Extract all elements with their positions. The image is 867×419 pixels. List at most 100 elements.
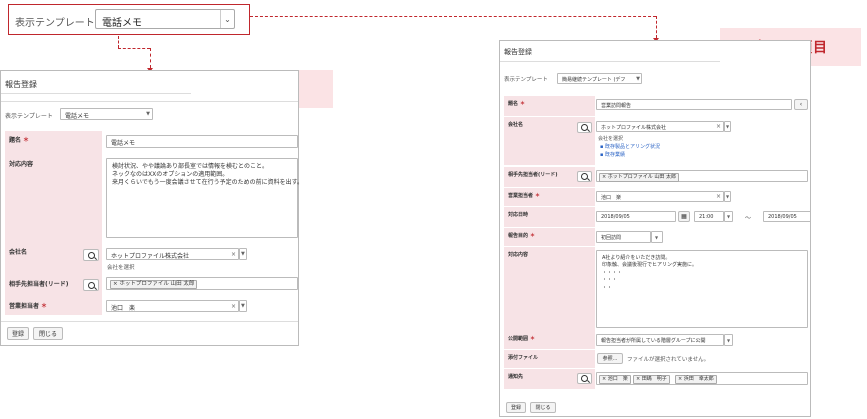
scope-label-cell: 公開範囲＊ — [504, 331, 595, 349]
contact-chip-label: ホットプロファイル 山田 太郎 — [119, 281, 195, 287]
company-link[interactable]: ▪ 既存業績 — [600, 151, 625, 158]
connector-left-v1 — [118, 36, 119, 48]
scope-dropdown-toggle[interactable]: ▼ — [724, 334, 733, 346]
panel-title: 報告登録 — [5, 80, 37, 89]
cc-input[interactable]: × 池口 楽 × 田嶋 明子 × 浜田 幸太郎 — [596, 372, 808, 385]
file-browse-button[interactable]: 参照... — [597, 353, 623, 364]
template-selector-highlight: 表示テンプレート 電話メモ ⌄ — [8, 4, 250, 35]
sales-label: 営業担当者 — [9, 303, 40, 310]
time-start-input[interactable]: 21:00 — [694, 211, 724, 222]
sales-select[interactable]: 池口 楽 × — [596, 191, 724, 202]
company-dropdown-toggle[interactable]: ▼ — [724, 121, 731, 132]
right-report-panel: 報告登録 表示テンプレート 簡易継続テンプレート (デフ ▼ 題名＊ 営業訪問報… — [499, 40, 811, 417]
required-mark: ＊ — [23, 137, 30, 144]
chevron-down-icon: ▼ — [636, 76, 640, 82]
chevron-down-icon: ▼ — [241, 303, 245, 309]
contact-label: 相手先担当者(リード) — [508, 172, 558, 178]
cc-chip[interactable]: × 池口 楽 — [599, 375, 631, 384]
contact-input[interactable]: × ホットプロファイル 山田 太郎 — [596, 170, 808, 182]
content-textarea[interactable]: 検討状況、やや議論あり部長室では情報を検むとのこと。 ネックなのはXXのオプショ… — [106, 158, 303, 238]
clear-icon[interactable]: × — [231, 251, 236, 258]
scope-value: 報告担当者が所属している階層グループに公開 — [601, 338, 706, 344]
content-line: 印象触、会議後現行でヒアリング実施に。 — [602, 262, 698, 268]
clear-icon[interactable]: × — [716, 123, 721, 130]
template-select[interactable]: 簡易継続テンプレート (デフ ▼ — [557, 73, 642, 84]
register-button[interactable]: 登録 — [7, 327, 29, 340]
subject-label-cell: 題名＊ — [5, 131, 102, 155]
chevron-down-icon: ▼ — [726, 194, 730, 199]
search-icon — [87, 251, 95, 259]
required-mark: ＊ — [535, 193, 541, 199]
date-end-input[interactable]: 2018/09/05 — [763, 211, 811, 222]
close-button[interactable]: 閉じる — [33, 327, 63, 340]
company-select-hint: 会社を選択 — [107, 265, 135, 271]
content-line: ・・ — [602, 285, 613, 291]
contact-chip[interactable]: × ホットプロファイル 山田 太郎 — [110, 280, 198, 289]
file-label-cell: 添付ファイル — [504, 350, 595, 368]
chevron-down-icon: ▼ — [241, 251, 245, 257]
subject-label: 題名 — [508, 101, 519, 107]
subject-value: 営業訪問報告 — [601, 103, 632, 109]
company-search-button[interactable] — [83, 249, 99, 261]
contact-input[interactable]: × ホットプロファイル 山田 太郎 — [106, 277, 298, 290]
company-select[interactable]: ホットプロファイル株式会社 × — [106, 248, 239, 260]
time-start-value: 21:00 — [699, 214, 714, 220]
company-select[interactable]: ホットプロファイル株式会社 × — [596, 121, 724, 132]
template-select-value: 電話メモ — [65, 113, 90, 120]
contact-chip-label: ホットプロファイル 山田 太郎 — [607, 174, 676, 180]
cc-chip[interactable]: × 田嶋 明子 — [633, 375, 670, 384]
content-textarea[interactable]: A社より紹介をいただき訪問。 印象触、会議後現行でヒアリング実施に。 ・・・・ … — [596, 250, 808, 328]
purpose-label: 報告目的 — [508, 233, 529, 239]
template-select[interactable]: 電話メモ ▼ — [60, 108, 153, 120]
purpose-dropdown-toggle[interactable]: ▼ — [651, 231, 663, 243]
content-label: 対応内容 — [508, 252, 529, 258]
sales-dropdown-toggle[interactable]: ▼ — [724, 191, 731, 202]
divider — [1, 101, 298, 102]
subject-input[interactable]: 電話メモ — [106, 135, 298, 148]
contact-chip[interactable]: × ホットプロファイル 山田 太郎 — [599, 173, 679, 182]
purpose-select[interactable]: 初回訪問 — [596, 231, 651, 243]
calendar-icon[interactable]: ▦ — [678, 211, 690, 222]
connector-right-v — [656, 16, 657, 38]
date-range-separator: ～ — [745, 215, 752, 222]
clear-icon[interactable]: × — [231, 303, 236, 310]
clear-icon[interactable]: × — [716, 193, 721, 200]
company-dropdown-toggle[interactable]: ▼ — [239, 248, 247, 260]
left-report-panel: 報告登録 表示テンプレート 電話メモ ▼ 題名＊ 電話メモ 対応内容 検討状況、… — [0, 70, 303, 346]
sales-label: 営業担当者 — [508, 193, 534, 199]
cc-chip[interactable]: × 浜田 幸太郎 — [675, 375, 717, 384]
chevron-down-icon: ▼ — [727, 338, 731, 343]
subject-input[interactable]: 営業訪問報告 — [596, 99, 792, 110]
company-label: 会社名 — [9, 249, 28, 256]
sales-value: 池口 楽 — [601, 195, 622, 201]
register-button[interactable]: 登録 — [506, 402, 526, 413]
sales-label-cell: 営業担当者＊ — [504, 188, 595, 206]
chevron-down-icon: ⌄ — [220, 10, 234, 28]
template-select-value: 簡易継続テンプレート (デフ — [562, 77, 626, 83]
contact-search-button[interactable] — [83, 279, 99, 291]
company-search-button[interactable] — [577, 122, 592, 133]
subject-label: 題名 — [9, 137, 22, 144]
time-dropdown-toggle[interactable]: ▼ — [724, 211, 733, 222]
required-mark: ＊ — [530, 233, 536, 239]
sales-dropdown-toggle[interactable]: ▼ — [239, 300, 247, 312]
template-select[interactable]: 電話メモ ⌄ — [95, 9, 235, 29]
subject-side-button[interactable]: ‹ — [794, 99, 808, 110]
date-end-value: 2018/09/05 — [768, 214, 797, 220]
close-button[interactable]: 閉じる — [530, 402, 556, 413]
connector-left-v2 — [150, 48, 151, 68]
template-label: 表示テンプレート — [504, 77, 548, 83]
scope-select[interactable]: 報告担当者が所属している階層グループに公開 — [596, 334, 724, 346]
sales-select[interactable]: 池口 楽 × — [106, 300, 239, 312]
chevron-down-icon: ▼ — [655, 235, 659, 240]
company-link[interactable]: ▪ 既存製品とアリング状況 — [600, 143, 660, 150]
cc-search-button[interactable] — [577, 373, 592, 384]
company-label: 会社名 — [508, 122, 524, 128]
date-start-input[interactable]: 2018/09/05 — [596, 211, 676, 222]
content-label-cell: 対応内容 — [5, 155, 102, 243]
divider — [1, 93, 191, 94]
search-icon — [581, 124, 588, 131]
content-line: 来月くらいでもう一度会議させて在行う予定のための前に資料を出す。 — [112, 179, 304, 186]
contact-search-button[interactable] — [577, 171, 592, 182]
search-icon — [581, 173, 588, 180]
